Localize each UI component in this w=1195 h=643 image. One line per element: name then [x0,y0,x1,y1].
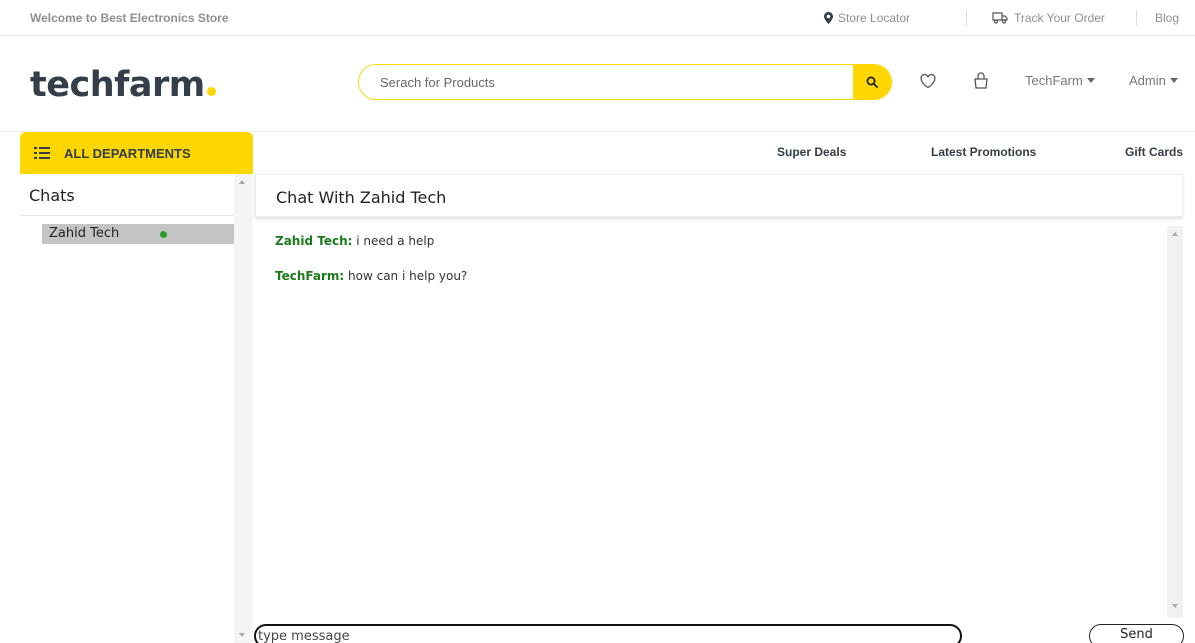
logo-text: techfarm [30,65,205,105]
chats-heading: Chats [29,186,75,205]
store-locator-link[interactable]: Store Locator [824,11,910,25]
chat-list-scrollbar[interactable] [234,174,250,643]
search-input[interactable] [359,65,854,99]
all-departments-label: ALL DEPARTMENTS [64,145,191,161]
chat-header: Chat With Zahid Tech [255,174,1183,217]
techfarm-dropdown-label: TechFarm [1025,73,1083,88]
divider [1136,10,1137,26]
message-sender: TechFarm: [275,269,345,283]
divider [20,215,234,216]
message-area: Zahid Tech: i need a help TechFarm: how … [255,218,1167,618]
search-icon [866,76,878,88]
site-logo[interactable]: techfarm [30,65,216,105]
nav-latest-promotions[interactable]: Latest Promotions [931,145,1036,159]
caret-down-icon [1169,78,1178,83]
contact-name: Zahid Tech [49,226,120,241]
all-departments-button[interactable]: ALL DEPARTMENTS [20,132,253,174]
techfarm-dropdown[interactable]: TechFarm [1025,73,1095,88]
caret-down-icon [1086,78,1095,83]
message-input[interactable] [254,624,962,643]
chat-title: Chat With Zahid Tech [276,188,447,207]
scroll-down-arrow-icon[interactable] [239,633,245,637]
message-text: how can i help you? [348,269,468,283]
message-scrollbar[interactable] [1167,226,1183,618]
chat-list-item[interactable]: Zahid Tech [42,224,235,244]
scroll-up-arrow-icon[interactable] [239,180,245,184]
search-button[interactable] [853,65,891,99]
search-bar [358,64,892,100]
admin-dropdown[interactable]: Admin [1129,73,1178,88]
nav-super-deals[interactable]: Super Deals [777,145,846,159]
chat-list-panel: Chats Zahid Tech [20,174,250,643]
track-order-link[interactable]: Track Your Order [992,11,1105,25]
message-text: i need a help [356,234,435,248]
logo-dot [206,87,216,96]
chat-message: TechFarm: how can i help you? [275,269,467,283]
top-bar: Welcome to Best Electronics Store Store … [0,0,1195,36]
admin-dropdown-label: Admin [1129,73,1166,88]
track-order-label: Track Your Order [1014,11,1105,25]
scroll-down-arrow-icon[interactable] [1172,604,1178,608]
nav-gift-cards[interactable]: Gift Cards [1125,145,1183,159]
scroll-up-arrow-icon[interactable] [1172,232,1178,236]
truck-icon [992,12,1008,24]
message-sender: Zahid Tech: [275,234,353,248]
shopping-bag-icon[interactable] [973,71,989,89]
heart-icon[interactable] [920,74,936,89]
list-icon [34,147,50,159]
store-locator-label: Store Locator [838,11,911,25]
map-pin-icon [824,12,833,24]
chat-message: Zahid Tech: i need a help [275,234,434,248]
blog-link[interactable]: Blog [1155,11,1179,25]
welcome-text: Welcome to Best Electronics Store [30,11,229,25]
online-status-dot [160,231,167,238]
send-button[interactable]: Send [1089,624,1184,643]
right-margin [1183,218,1195,643]
divider [966,10,967,26]
